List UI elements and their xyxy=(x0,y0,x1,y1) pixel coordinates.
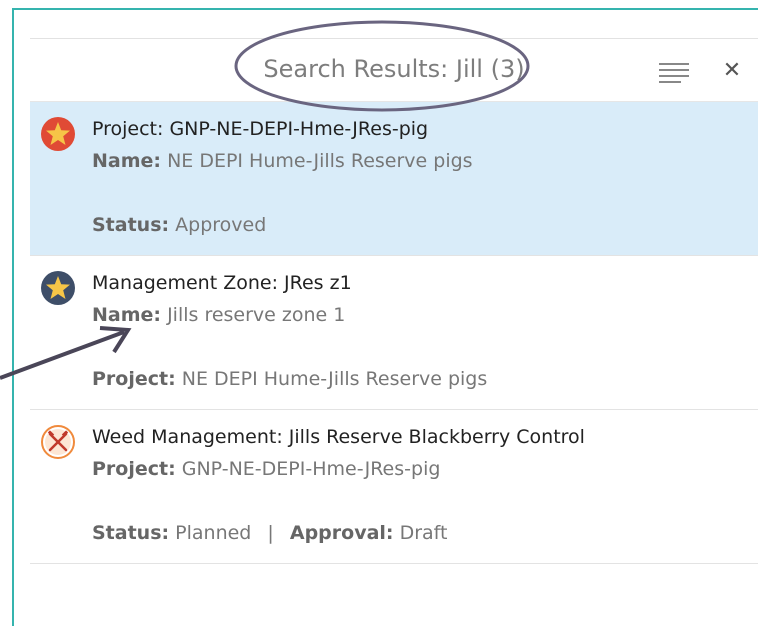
field-value: Planned xyxy=(175,522,252,544)
field-value: GNP-NE-DEPI-Hme-JRes-pig xyxy=(181,458,441,480)
star-icon xyxy=(40,116,76,152)
field-value: Draft xyxy=(399,522,448,544)
field-value: Approved xyxy=(175,214,267,236)
result-name-line: Name: NE DEPI Hume-Jills Reserve pigs xyxy=(92,150,473,172)
field-value: Jills reserve zone 1 xyxy=(167,304,346,326)
list-menu-icon xyxy=(659,63,689,83)
search-results-panel: Search Results: Jill (3) ✕ Project: GNP-… xyxy=(30,38,758,627)
field-label: Project: xyxy=(92,368,176,390)
result-title: Project: GNP-NE-DEPI-Hme-JRes-pig xyxy=(92,118,429,140)
field-label: Name: xyxy=(92,150,162,172)
result-title: Weed Management: Jills Reserve Blackberr… xyxy=(92,426,585,448)
panel-header: Search Results: Jill (3) ✕ xyxy=(30,39,758,102)
result-name-line: Name: Jills reserve zone 1 xyxy=(92,304,345,326)
list-menu-button[interactable] xyxy=(658,61,690,83)
field-label: Status: xyxy=(92,522,170,544)
result-project-line: Project: NE DEPI Hume-Jills Reserve pigs xyxy=(92,368,487,390)
result-status-line: Status: Approved xyxy=(92,214,266,236)
crossed-tools-icon xyxy=(40,424,76,460)
field-label: Status: xyxy=(92,214,170,236)
field-label: Name: xyxy=(92,304,162,326)
field-value: NE DEPI Hume-Jills Reserve pigs xyxy=(167,150,473,172)
result-item-weed-management[interactable]: Weed Management: Jills Reserve Blackberr… xyxy=(30,410,758,564)
result-title: Management Zone: JRes z1 xyxy=(92,272,352,294)
result-project-line: Project: GNP-NE-DEPI-Hme-JRes-pig xyxy=(92,458,440,480)
separator: | xyxy=(267,522,274,544)
close-icon: ✕ xyxy=(722,58,742,83)
panel-title: Search Results: Jill (3) xyxy=(263,55,525,83)
result-item-management-zone[interactable]: Management Zone: JRes z1 Name: Jills res… xyxy=(30,256,758,410)
field-label: Project: xyxy=(92,458,176,480)
field-value: NE DEPI Hume-Jills Reserve pigs xyxy=(181,368,488,390)
field-label: Approval: xyxy=(289,522,394,544)
result-item-project[interactable]: Project: GNP-NE-DEPI-Hme-JRes-pig Name: … xyxy=(30,102,758,256)
result-status-line: Status: Planned | Approval: Draft xyxy=(92,522,447,544)
star-icon xyxy=(40,270,76,306)
close-button[interactable]: ✕ xyxy=(720,56,744,86)
